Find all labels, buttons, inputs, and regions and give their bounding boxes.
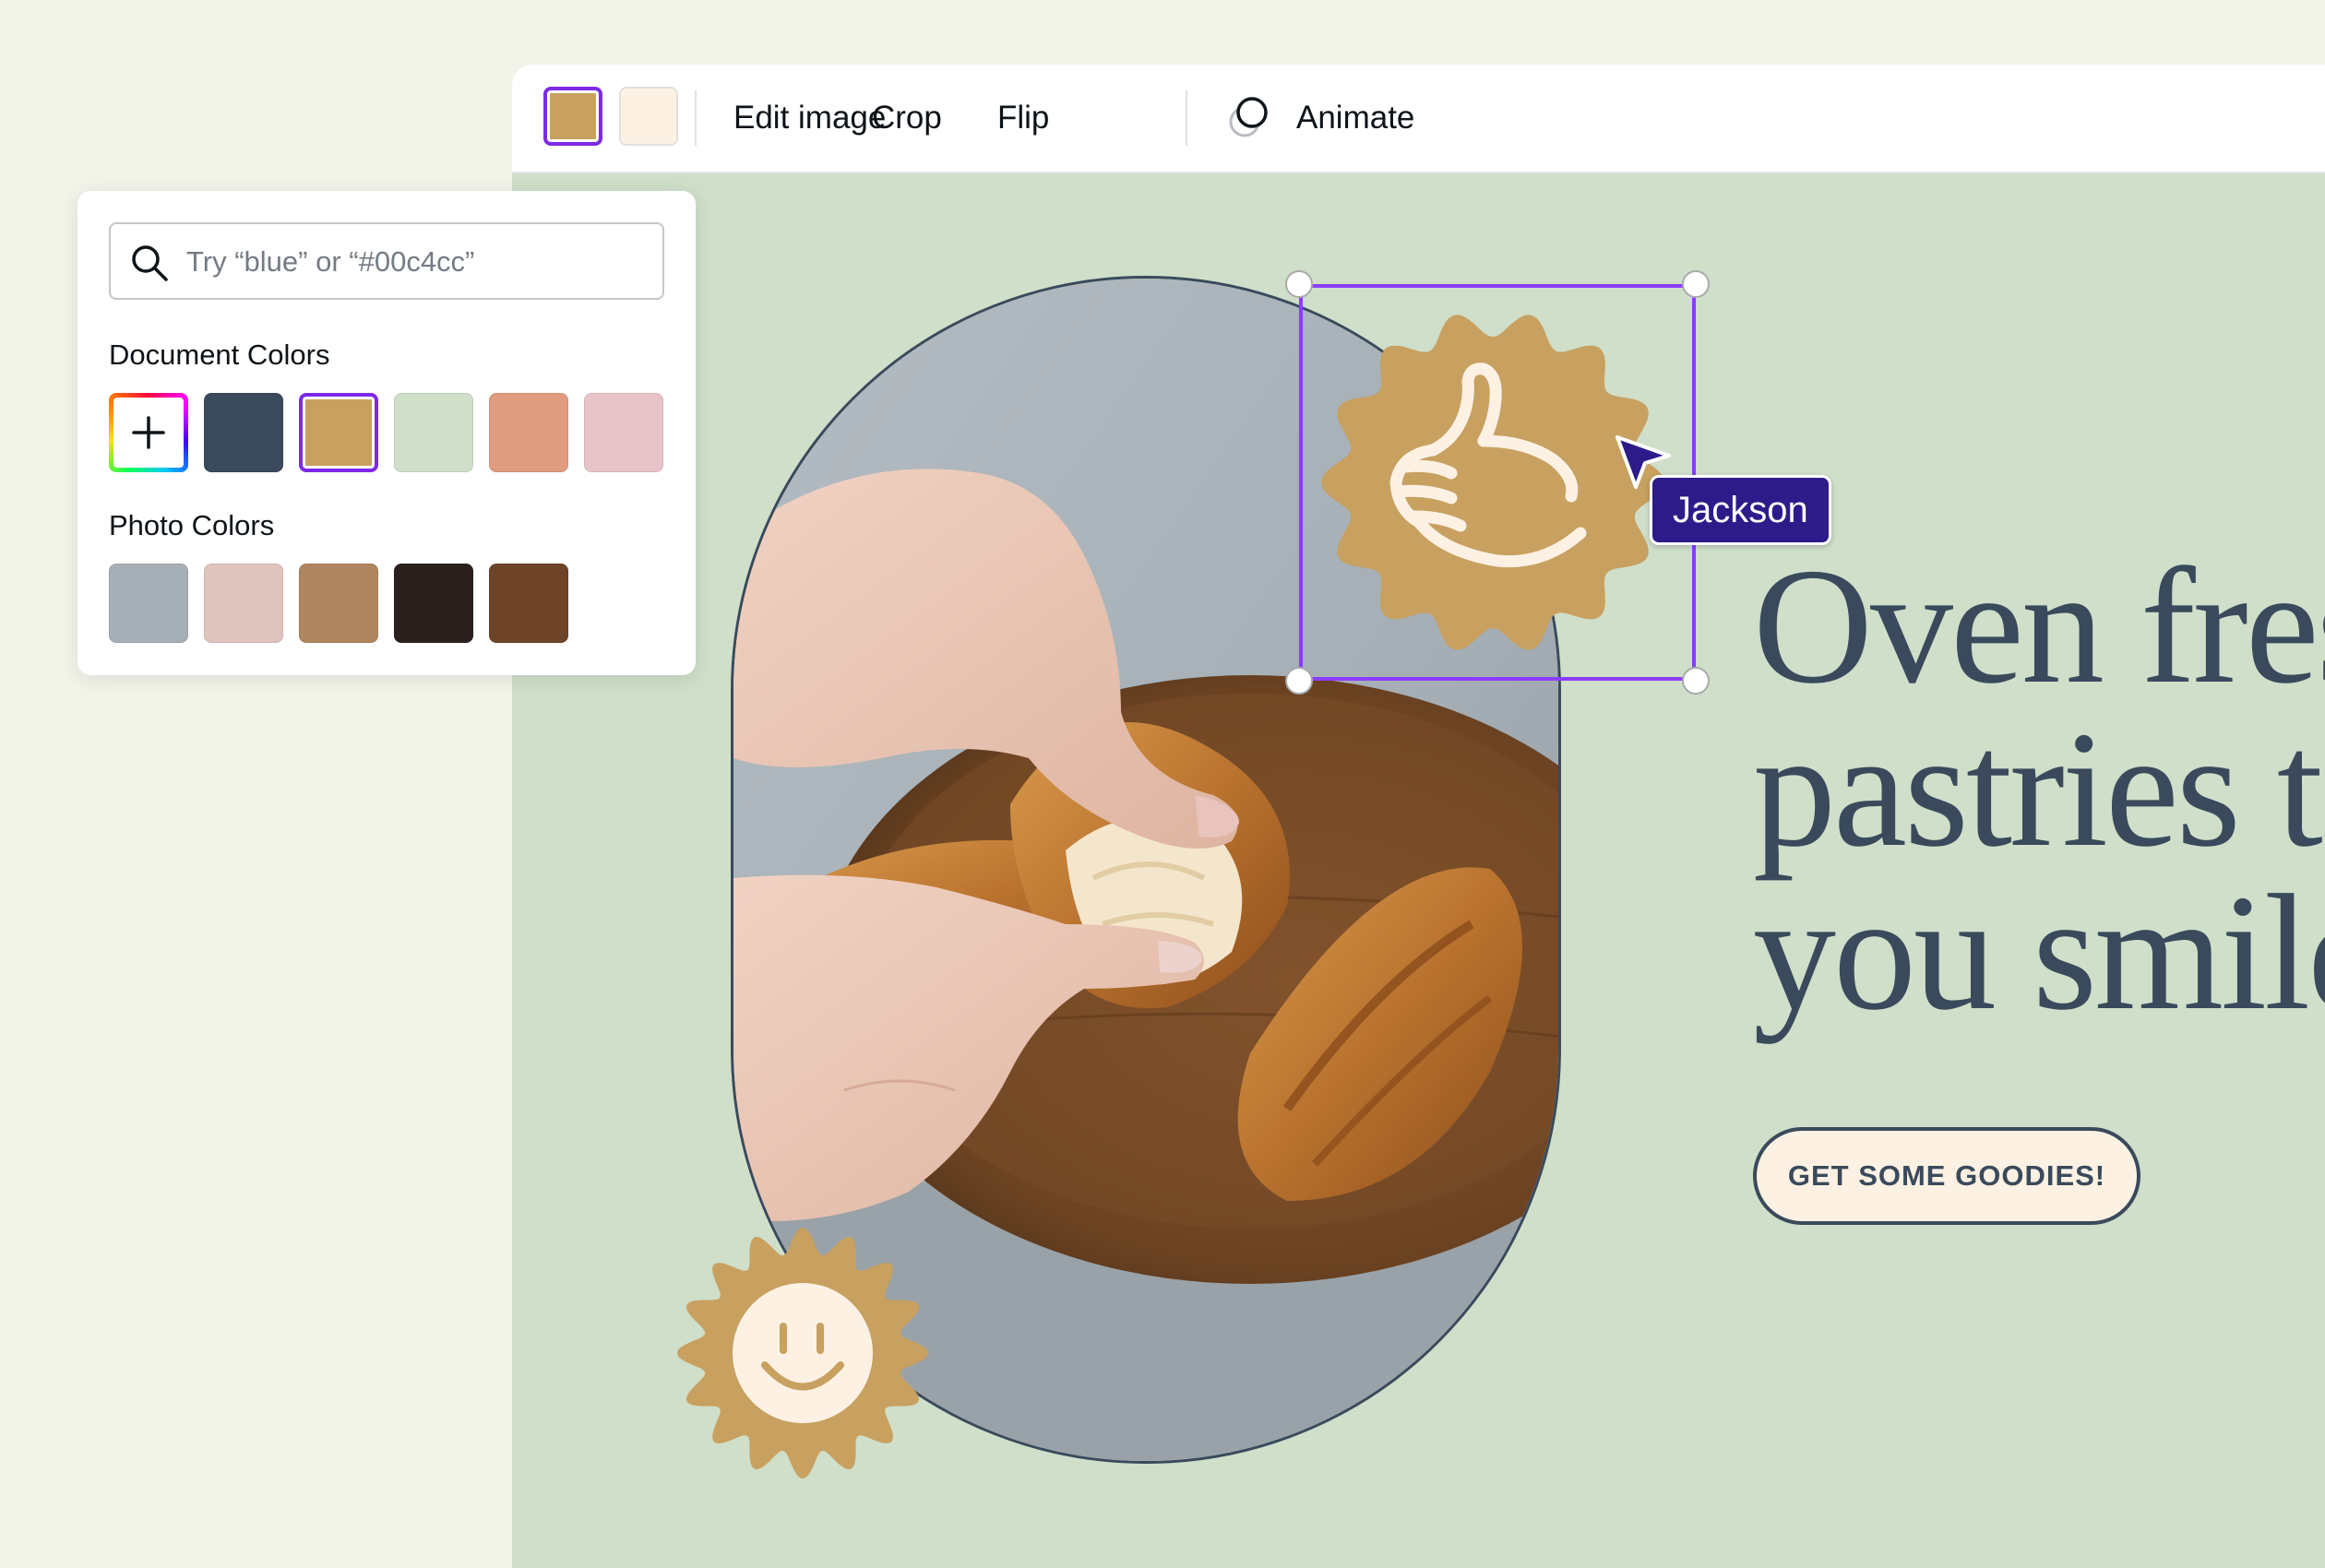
document-color-swatch-2[interactable] xyxy=(299,393,378,472)
color-search-input[interactable] xyxy=(185,237,650,287)
document-color-swatch-5[interactable] xyxy=(584,393,663,472)
photo-color-swatch-5[interactable] xyxy=(489,564,568,643)
toolbar-color-swatch-cream[interactable] xyxy=(619,87,678,146)
resize-handle-top-left[interactable] xyxy=(1285,270,1313,298)
editor-window: Edit image Crop Flip Animate Oven fres p… xyxy=(512,65,2325,1568)
toolbar-divider xyxy=(695,90,697,146)
headline-line-3: you smile xyxy=(1753,861,2325,1044)
toolbar-divider xyxy=(1186,90,1187,146)
headline-line-1: Oven fres xyxy=(1753,534,2325,718)
document-color-swatch-3[interactable] xyxy=(394,393,473,472)
toolbar-color-swatch-gold[interactable] xyxy=(543,87,602,146)
color-panel: Document Colors Photo Colors xyxy=(78,191,696,675)
photo-color-swatch-4[interactable] xyxy=(394,564,473,643)
photo-color-swatch-3[interactable] xyxy=(299,564,378,643)
context-toolbar: Edit image Crop Flip Animate xyxy=(512,65,2325,173)
animate-button[interactable]: Animate xyxy=(1291,94,1420,142)
crop-button[interactable]: Crop xyxy=(866,94,948,142)
document-colors-label: Document Colors xyxy=(109,339,330,371)
smiley-face-icon[interactable] xyxy=(669,1219,936,1487)
photo-colors-label: Photo Colors xyxy=(109,509,275,541)
headline-text[interactable]: Oven fres pastries t you smile xyxy=(1753,534,2325,1044)
resize-handle-bottom-right[interactable] xyxy=(1682,667,1710,695)
animate-icon[interactable] xyxy=(1224,92,1276,144)
get-goodies-button[interactable]: GET SOME GOODIES! xyxy=(1753,1127,2140,1225)
add-color-button[interactable] xyxy=(109,393,188,472)
search-icon xyxy=(132,245,168,281)
flip-button[interactable]: Flip xyxy=(992,94,1055,142)
photo-color-swatch-2[interactable] xyxy=(204,564,283,643)
document-color-swatch-4[interactable] xyxy=(489,393,568,472)
plus-icon xyxy=(132,416,165,449)
resize-handle-bottom-left[interactable] xyxy=(1285,667,1313,695)
resize-handle-top-right[interactable] xyxy=(1682,270,1710,298)
collaborator-name-tag: Jackson xyxy=(1650,475,1831,545)
headline-line-2: pastries t xyxy=(1753,697,2323,881)
photo-color-swatch-1[interactable] xyxy=(109,564,188,643)
document-color-swatch-1[interactable] xyxy=(204,393,283,472)
color-search-field[interactable] xyxy=(109,222,664,300)
